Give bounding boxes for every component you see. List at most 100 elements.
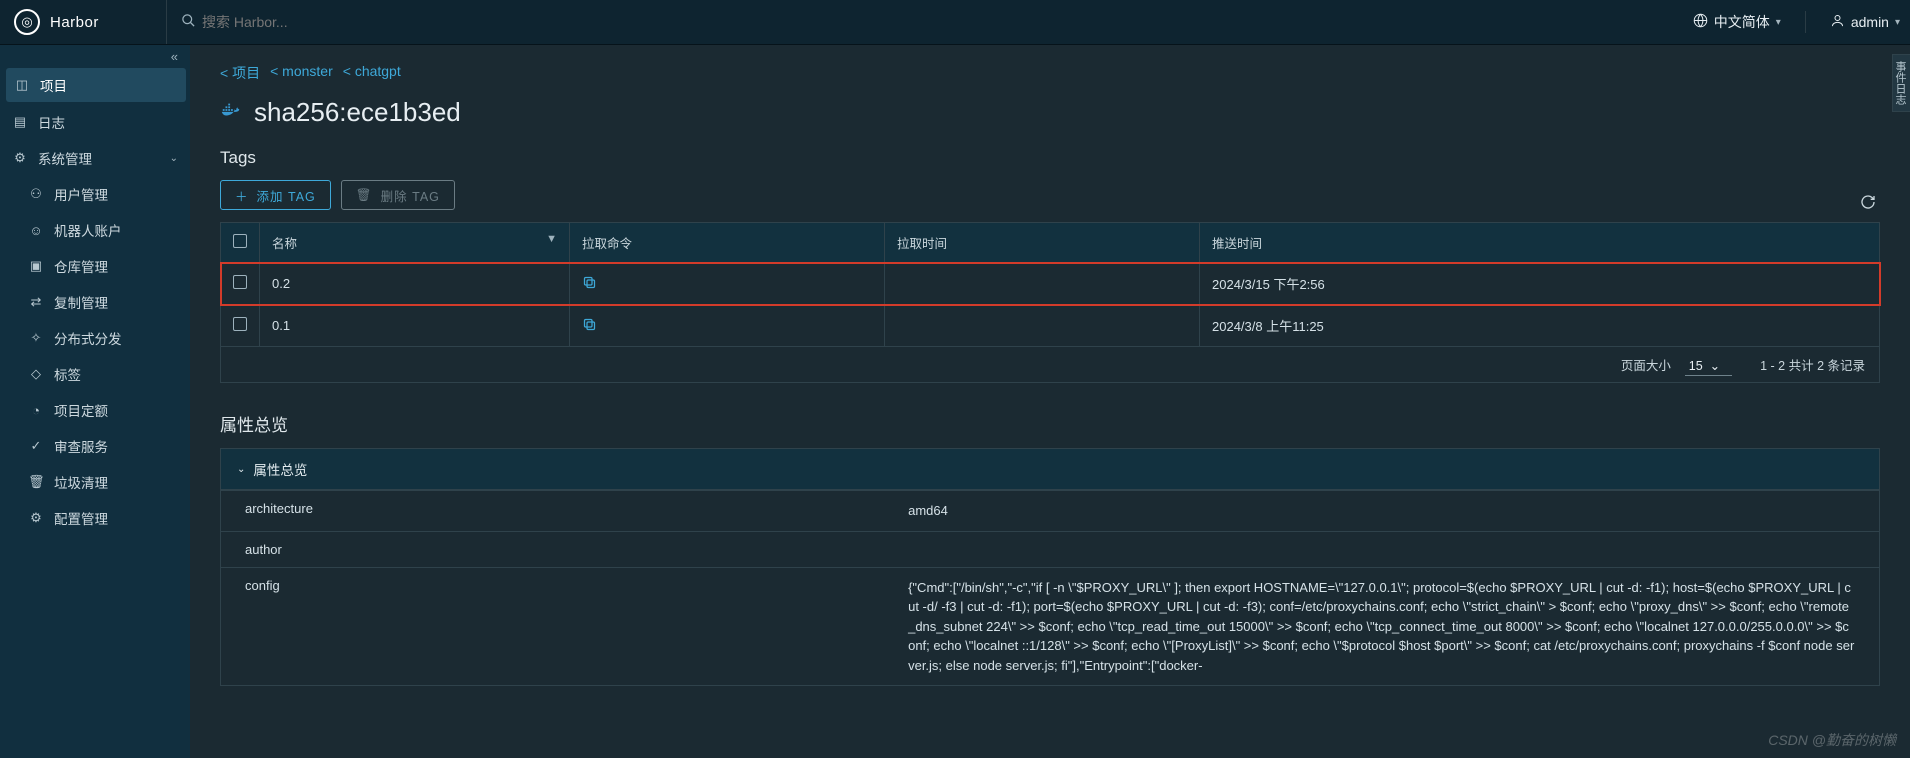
shield-icon: ✓ [28,438,44,454]
username: admin [1851,14,1889,30]
table-row[interactable]: 0.2 2024/3/15 下午2:56 [221,263,1880,305]
watermark: CSDN @勤奋的树懒 [1768,730,1896,750]
search-icon [181,13,196,32]
attr-value: amd64 [884,491,1879,532]
push-time: 2024/3/8 上午11:25 [1200,305,1880,347]
sidebar-item-registries[interactable]: ▣ 仓库管理 [0,248,190,284]
admin-icon: ⚙ [12,150,28,166]
sidebar-collapse[interactable]: « [0,45,190,66]
push-time: 2024/3/15 下午2:56 [1200,263,1880,305]
main-content: 项目 monster chatgpt sha256:ece1b3ed Tags … [190,45,1910,758]
page-title: sha256:ece1b3ed [220,97,1880,128]
event-log-tab[interactable]: 事件日志 [1892,54,1910,112]
chevron-down-icon: ⌄ [170,153,178,164]
sidebar-item-replication[interactable]: ⇄ 复制管理 [0,284,190,320]
trash-icon: 🗑 [28,474,44,490]
replication-icon: ⇄ [28,294,44,310]
attr-key: config [221,567,885,686]
breadcrumb-repo[interactable]: chatgpt [343,63,401,83]
search-input[interactable] [202,14,462,30]
divider [1805,11,1806,33]
sidebar-item-interrogation[interactable]: ✓ 审查服务 [0,428,190,464]
attr-row: architecture amd64 [221,491,1880,532]
sidebar-item-projects[interactable]: ◫ 项目 [6,68,186,102]
sidebar-item-quotas[interactable]: ◔ 项目定额 [0,392,190,428]
breadcrumb: 项目 monster chatgpt [220,63,1880,83]
copy-icon[interactable] [582,317,597,332]
tag-name: 0.2 [260,263,570,305]
sidebar-item-label: 机器人账户 [54,220,122,240]
sidebar-item-labels[interactable]: ◇ 标签 [0,356,190,392]
breadcrumb-project[interactable]: monster [270,63,333,83]
copy-icon[interactable] [582,275,597,290]
globe-icon [1693,13,1708,31]
breadcrumb-projects[interactable]: 项目 [220,63,260,83]
delete-tag-label: 删除 TAG [381,186,440,205]
sidebar-item-distribution[interactable]: ✧ 分布式分发 [0,320,190,356]
filter-icon[interactable]: ▼ [546,233,557,245]
table-row[interactable]: 0.1 2024/3/8 上午11:25 [221,305,1880,347]
attr-value [884,531,1879,567]
page-size-select[interactable]: 15 ⌄ [1685,359,1732,376]
attrs-table: architecture amd64 author config {"Cmd":… [220,490,1880,686]
page-title-text: sha256:ece1b3ed [254,97,461,128]
sidebar-item-label: 审查服务 [54,436,108,456]
projects-icon: ◫ [14,77,30,93]
attrs-heading: 属性总览 [220,411,1880,436]
sidebar-item-admin[interactable]: ⚙ 系统管理 ⌄ [0,140,190,176]
registry-icon: ▣ [28,258,44,274]
range-label: 1 - 2 共计 2 条记录 [1760,355,1865,374]
sidebar-item-config[interactable]: ⚙ 配置管理 [0,500,190,536]
attr-value: {"Cmd":["/bin/sh","-c","if [ -n \"$PROXY… [884,567,1879,686]
robot-icon: ☺ [28,223,44,238]
docker-icon [220,99,242,127]
attr-row: config {"Cmd":["/bin/sh","-c","if [ -n \… [221,567,1880,686]
quota-icon: ◔ [28,403,44,418]
sidebar: « ◫ 项目 ▤ 日志 ⚙ 系统管理 ⌄ ⚇ 用户管理 ☺ 机器人账户 ▣ 仓库… [0,45,190,758]
user-menu[interactable]: admin ▾ [1830,13,1900,31]
sidebar-item-robot[interactable]: ☺ 机器人账户 [0,212,190,248]
add-tag-label: 添加 TAG [257,186,316,205]
sidebar-item-label: 垃圾清理 [54,472,108,492]
tag-icon: ◇ [28,366,44,382]
attr-key: architecture [221,491,885,532]
tag-name: 0.1 [260,305,570,347]
select-all-checkbox[interactable] [233,234,247,248]
attr-row: author [221,531,1880,567]
sidebar-item-label: 项目定额 [54,400,108,420]
delete-tag-button[interactable]: 🗑 删除 TAG [341,180,455,210]
tags-heading: Tags [220,148,1880,168]
refresh-icon[interactable] [1860,194,1876,215]
pull-time [885,305,1200,347]
page-size-label: 页面大小 [1621,359,1671,373]
chevron-down-icon: ▾ [1895,17,1900,28]
sidebar-item-label: 仓库管理 [54,256,108,276]
users-icon: ⚇ [28,186,44,202]
user-icon [1830,13,1845,31]
sidebar-item-users[interactable]: ⚇ 用户管理 [0,176,190,212]
sidebar-item-label: 日志 [38,112,65,132]
sidebar-item-label: 用户管理 [54,184,108,204]
distribution-icon: ✧ [28,330,44,346]
table-footer: 页面大小 15 ⌄ 1 - 2 共计 2 条记录 [220,347,1880,383]
col-name: 名称 [272,237,297,251]
brand-name: Harbor [50,14,99,31]
attr-key: author [221,531,885,567]
col-push-time: 推送时间 [1200,223,1880,263]
add-tag-button[interactable]: ＋ 添加 TAG [220,180,331,210]
sidebar-item-gc[interactable]: 🗑 垃圾清理 [0,464,190,500]
chevron-down-icon: ▾ [1776,17,1781,28]
sidebar-item-label: 配置管理 [54,508,108,528]
col-pull-cmd: 拉取命令 [570,223,885,263]
language-label: 中文简体 [1714,12,1770,32]
row-checkbox[interactable] [233,317,247,331]
harbor-logo: ◎ [14,9,40,35]
row-checkbox[interactable] [233,275,247,289]
gear-icon: ⚙ [28,510,44,526]
pull-time [885,263,1200,305]
language-selector[interactable]: 中文简体 ▾ [1693,12,1781,32]
attrs-panel-toggle[interactable]: ⌄ 属性总览 [220,448,1880,490]
logs-icon: ▤ [12,114,28,130]
sidebar-item-logs[interactable]: ▤ 日志 [0,104,190,140]
sidebar-item-label: 项目 [40,75,67,95]
